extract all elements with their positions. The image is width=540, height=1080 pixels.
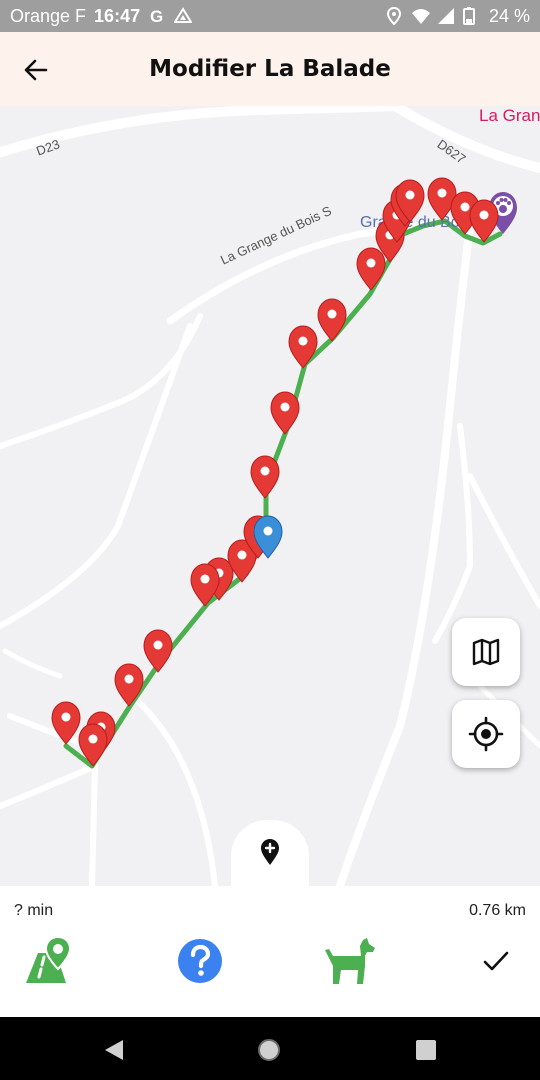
- back-button[interactable]: [18, 52, 54, 88]
- walk-summary-panel: ? min 0.76 km: [0, 886, 540, 1017]
- nav-back-button[interactable]: [101, 1037, 127, 1063]
- route-markers: [51, 177, 517, 767]
- route-button[interactable]: [20, 934, 80, 988]
- help-button[interactable]: [170, 934, 230, 988]
- confirm-button[interactable]: [466, 934, 526, 988]
- distance-value: 0.76 km: [469, 902, 526, 919]
- svg-text:G: G: [150, 7, 163, 25]
- wifi-icon: [411, 7, 430, 25]
- route-marker[interactable]: [190, 563, 220, 607]
- route-marker[interactable]: [469, 199, 499, 243]
- route-marker[interactable]: [143, 629, 173, 673]
- route-marker[interactable]: [250, 455, 280, 499]
- drive-icon: [173, 7, 193, 25]
- map-icon: [472, 638, 500, 666]
- battery-icon: [462, 7, 481, 25]
- dog-icon: [325, 938, 375, 984]
- route-marker[interactable]: [317, 298, 347, 342]
- add-marker-button[interactable]: [231, 820, 309, 892]
- google-icon: G: [148, 7, 166, 26]
- map-type-button[interactable]: [452, 618, 520, 686]
- route-marker[interactable]: [356, 247, 386, 291]
- status-bar: Orange F 16:47 G 24 %: [0, 0, 540, 32]
- nav-home-icon: [258, 1039, 280, 1061]
- check-icon: [483, 951, 509, 971]
- arrow-left-icon: [24, 59, 48, 81]
- duration-value: ? min: [14, 902, 54, 919]
- locate-button[interactable]: [452, 700, 520, 768]
- status-time: 16:47: [94, 5, 141, 26]
- nav-recents-icon: [416, 1040, 436, 1060]
- dog-profile-button[interactable]: [320, 934, 380, 988]
- route-marker[interactable]: [270, 391, 300, 435]
- route-icon: [26, 935, 72, 983]
- page-title: Modifier La Balade: [149, 56, 391, 82]
- battery-level: 24 %: [488, 5, 530, 26]
- map-view[interactable]: D23 D627 La Grange du Bois S Grange du B…: [0, 106, 540, 886]
- help-icon: [178, 939, 222, 983]
- route-marker[interactable]: [78, 723, 108, 767]
- app-header: Modifier La Balade: [0, 32, 540, 106]
- route-marker[interactable]: [51, 701, 81, 745]
- add-location-icon: [261, 839, 279, 865]
- route-marker[interactable]: [114, 663, 144, 707]
- nav-home-button[interactable]: [256, 1037, 282, 1063]
- signal-icon: [437, 7, 455, 25]
- system-nav-bar: [0, 1017, 540, 1080]
- nav-recents-button[interactable]: [413, 1037, 439, 1063]
- carrier-label: Orange F: [10, 5, 87, 26]
- nav-back-icon: [105, 1040, 123, 1060]
- route-marker[interactable]: [288, 325, 318, 369]
- crosshair-icon: [468, 716, 504, 752]
- location-icon: [385, 6, 403, 26]
